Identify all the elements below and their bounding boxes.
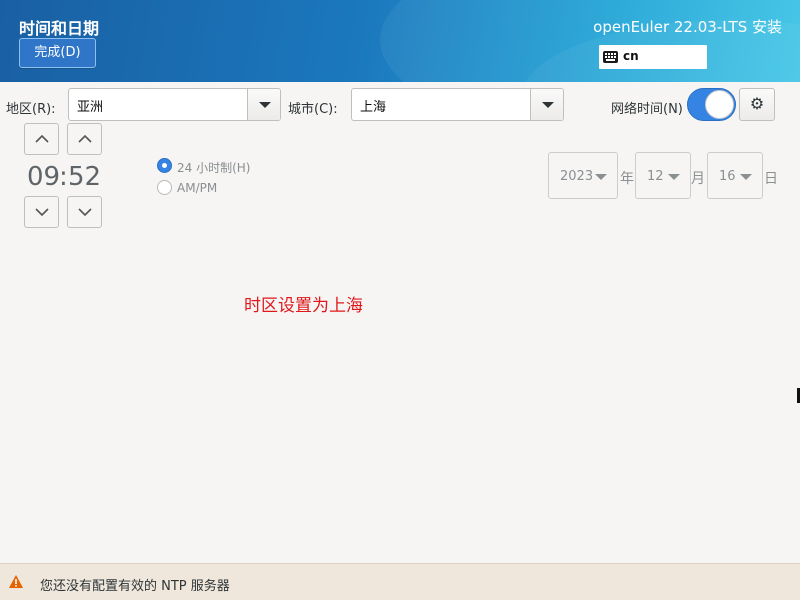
city-label: 城市(C): [288, 102, 338, 117]
chevron-down-icon [78, 208, 92, 217]
year-unit: 年 [620, 171, 634, 187]
annotation-text: 时区设置为上海 [244, 296, 363, 316]
keyboard-icon [603, 51, 618, 63]
hours-display: 09 [27, 162, 61, 192]
product-title: openEuler 22.03-LTS 安装 [593, 18, 782, 36]
done-button[interactable]: 完成(D) [19, 38, 96, 68]
page-title: 时间和日期 [19, 19, 100, 38]
region-label: 地区(R): [6, 102, 56, 117]
day-dropdown[interactable]: 16 [707, 152, 763, 199]
city-dropdown-icon[interactable] [530, 89, 563, 120]
switch-knob [705, 90, 734, 119]
day-value: 16 [719, 169, 736, 184]
ntp-settings-button[interactable]: ⚙ [739, 88, 775, 121]
keyboard-layout-indicator[interactable]: cn [599, 45, 707, 69]
network-time-label: 网络时间(N) [611, 102, 683, 117]
city-value: 上海 [360, 100, 387, 115]
format-ampm-label: AM/PM [177, 181, 218, 195]
chevron-down-icon [595, 174, 607, 180]
region-combo[interactable]: 亚洲 [68, 88, 281, 121]
city-combo[interactable]: 上海 [351, 88, 564, 121]
month-unit: 月 [691, 171, 705, 187]
month-dropdown[interactable]: 12 [635, 152, 691, 199]
format-24h-radio[interactable] [157, 158, 172, 173]
chevron-up-icon [78, 134, 92, 143]
chevron-up-icon [35, 134, 49, 143]
day-unit: 日 [764, 171, 778, 187]
keyboard-layout-label: cn [623, 49, 639, 63]
hour-up-button[interactable] [24, 123, 59, 155]
gear-icon: ⚙ [749, 94, 765, 113]
time-separator: : [59, 162, 68, 192]
format-ampm-radio[interactable] [157, 180, 172, 195]
network-time-switch[interactable] [687, 88, 736, 121]
minutes-display: 52 [68, 162, 102, 192]
status-message[interactable]: 您还没有配置有效的 NTP 服务器 [40, 575, 230, 594]
year-dropdown[interactable]: 2023 [548, 152, 618, 199]
chevron-down-icon [668, 174, 680, 180]
chevron-down-icon [35, 208, 49, 217]
header-bar: 时间和日期 完成(D) openEuler 22.03-LTS 安装 cn [0, 0, 800, 82]
region-dropdown-icon[interactable] [247, 89, 280, 120]
minute-down-button[interactable] [67, 196, 102, 228]
format-24h-label: 24 小时制(H) [177, 161, 251, 175]
year-value: 2023 [560, 169, 594, 184]
warning-icon [9, 575, 23, 588]
month-value: 12 [647, 169, 664, 184]
region-value: 亚洲 [77, 100, 104, 115]
status-bar: 您还没有配置有效的 NTP 服务器 [0, 563, 800, 600]
hour-down-button[interactable] [24, 196, 59, 228]
chevron-down-icon [740, 174, 752, 180]
minute-up-button[interactable] [67, 123, 102, 155]
